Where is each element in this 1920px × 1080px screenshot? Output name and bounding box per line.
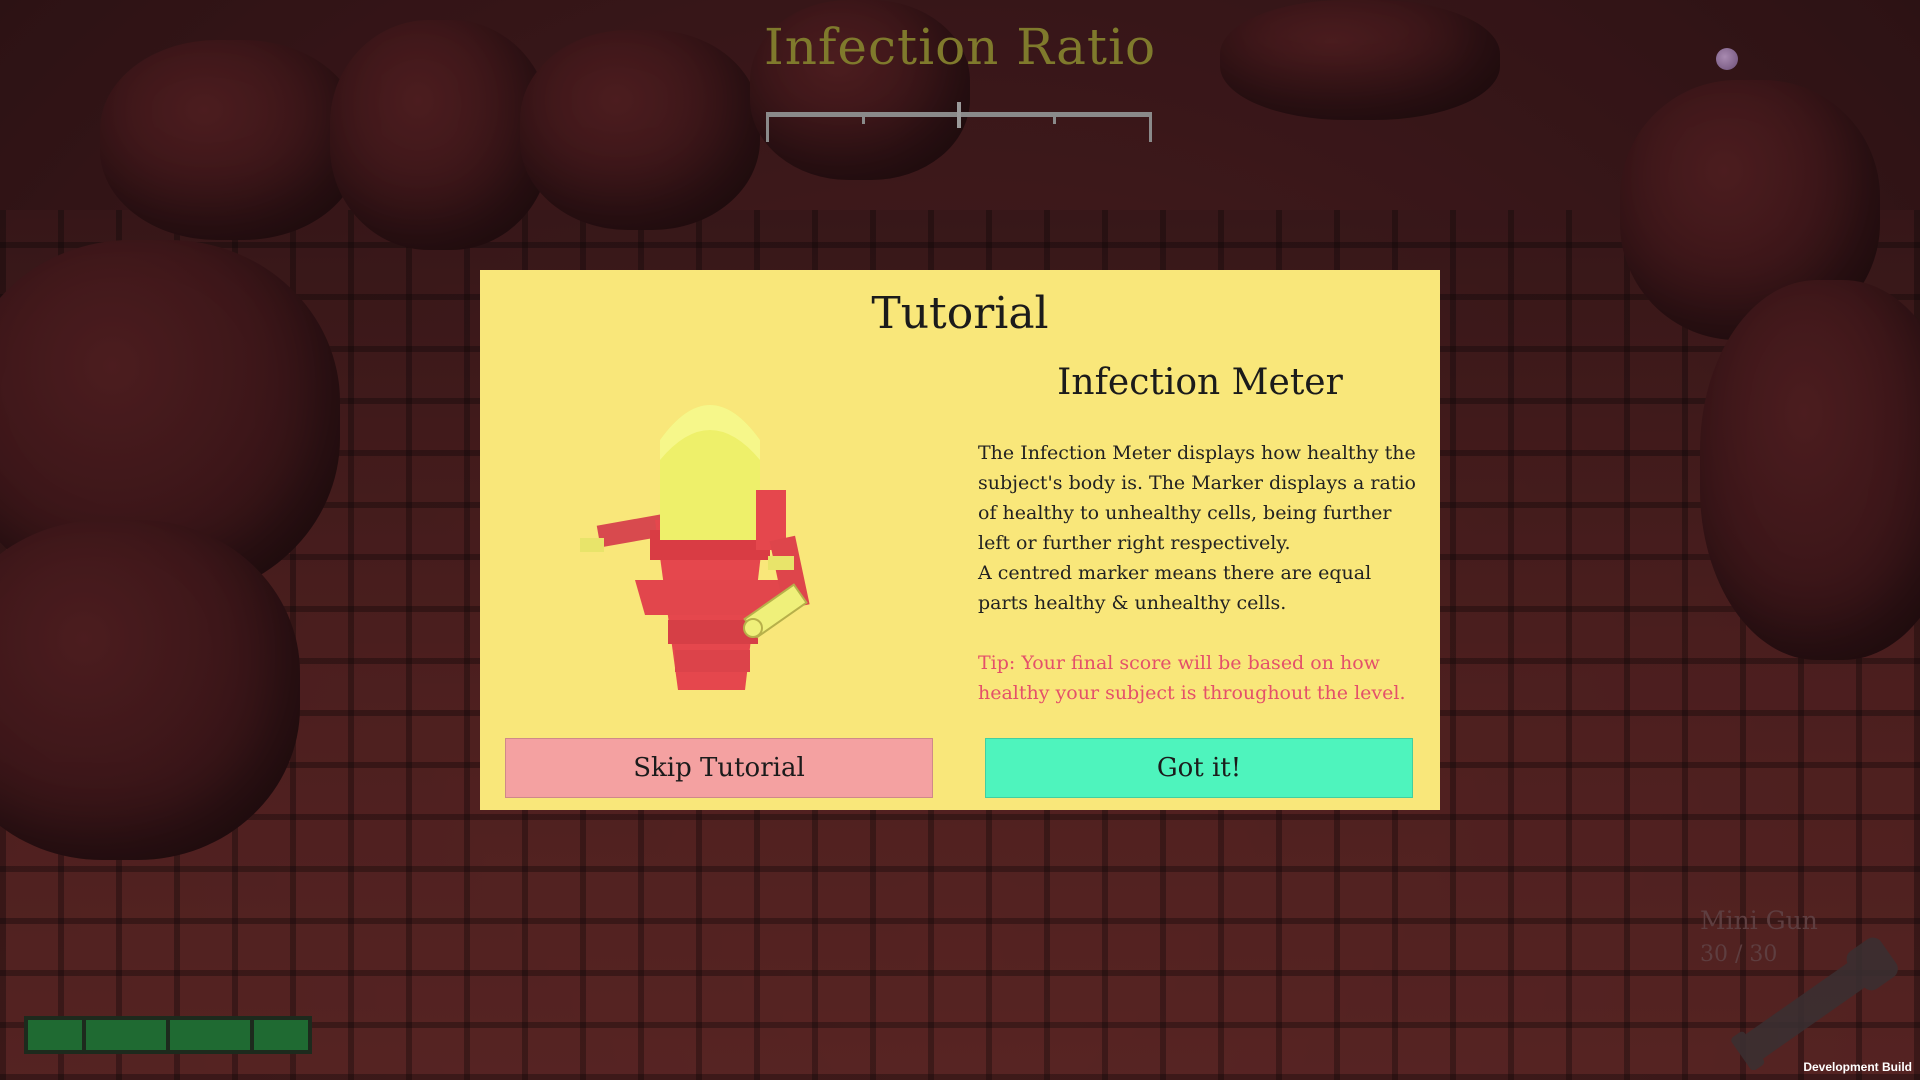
tutorial-tip: Tip: Your final score will be based on h… — [978, 652, 1406, 704]
section-title: Infection Meter — [1057, 362, 1343, 403]
infection-ratio-title: Infection Ratio — [763, 18, 1157, 76]
health-segment — [28, 1020, 82, 1050]
tutorial-body: The Infection Meter displays how healthy… — [978, 438, 1418, 618]
got-it-label: Got it! — [1156, 753, 1242, 783]
character-illustration — [580, 405, 810, 690]
infection-meter-marker — [957, 102, 961, 128]
skip-tutorial-label: Skip Tutorial — [633, 753, 805, 783]
purple-orb — [1716, 48, 1738, 70]
tutorial-modal: Tutorial Infection Meter The Infection M — [480, 270, 1440, 810]
weapon-ammo: 30 / 30 — [1700, 942, 1778, 967]
health-bar — [24, 1016, 312, 1054]
health-segment — [86, 1020, 166, 1050]
game-viewport: Infection Ratio Tutorial Infection Meter… — [0, 0, 1920, 1080]
meter-tick — [1149, 112, 1152, 142]
tutorial-body-paragraph: The Infection Meter displays how healthy… — [978, 442, 1416, 554]
health-segment — [254, 1020, 308, 1050]
tutorial-title: Tutorial — [871, 288, 1049, 339]
meter-tick — [1053, 112, 1056, 124]
infection-meter — [766, 102, 1152, 142]
weapon-name: Mini Gun — [1700, 906, 1818, 935]
meter-tick — [862, 112, 865, 124]
tutorial-body-paragraph: A centred marker means there are equal p… — [978, 562, 1372, 614]
got-it-button[interactable]: Got it! — [985, 738, 1413, 798]
meter-tick — [766, 112, 769, 142]
health-segment — [170, 1020, 250, 1050]
development-build-label: Development Build — [1803, 1060, 1912, 1074]
skip-tutorial-button[interactable]: Skip Tutorial — [505, 738, 933, 798]
